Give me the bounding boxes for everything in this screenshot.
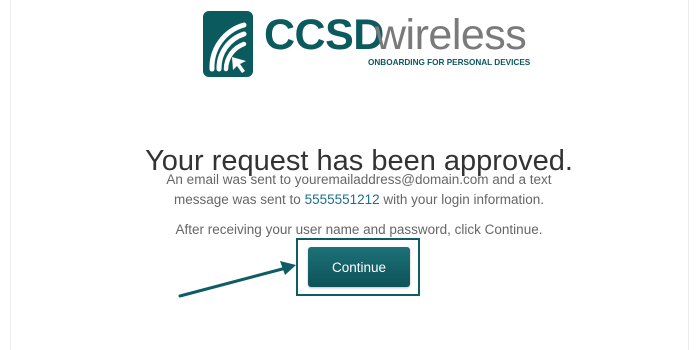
continue-button[interactable]: Continue bbox=[308, 247, 410, 287]
phone-number: 5555551212 bbox=[304, 192, 380, 207]
wireless-signal-cursor-icon bbox=[203, 11, 253, 77]
message-line-2-prefix: message was sent to bbox=[174, 192, 305, 207]
brand-name-light: wireless bbox=[375, 11, 527, 59]
continue-instruction: After receiving your user name and passw… bbox=[175, 222, 543, 237]
approval-page: CCSD wireless ONBOARDING FOR PERSONAL DE… bbox=[0, 0, 699, 350]
message-line-2: message was sent to 5555551212 with your… bbox=[0, 190, 699, 210]
message-line-1: An email was sent to youremailaddress@do… bbox=[166, 172, 552, 187]
ccsd-wireless-logo: CCSD wireless ONBOARDING FOR PERSONAL DE… bbox=[200, 8, 531, 78]
message-line-2-suffix: with your login information. bbox=[379, 192, 544, 207]
brand-tagline: ONBOARDING FOR PERSONAL DEVICES bbox=[368, 58, 531, 67]
brand-name-bold: CCSD bbox=[264, 11, 384, 59]
confirmation-message: An email was sent to youremailaddress@do… bbox=[0, 170, 699, 210]
pointer-arrow-icon bbox=[178, 261, 296, 298]
